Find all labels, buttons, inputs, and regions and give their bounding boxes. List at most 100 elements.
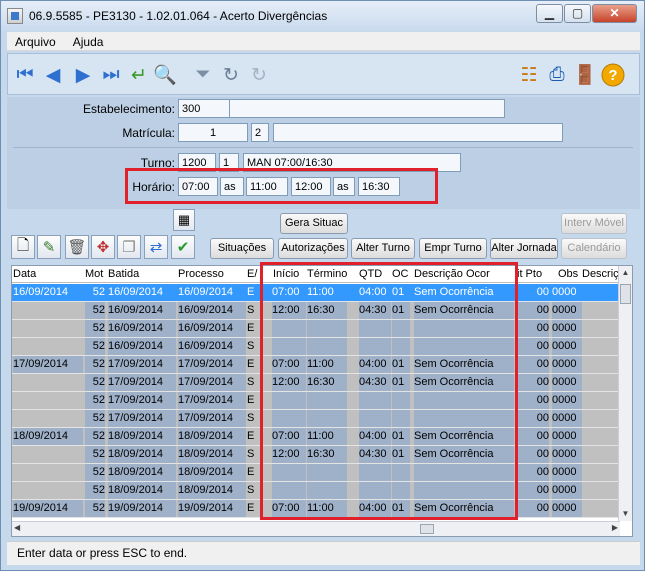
cell-batida[interactable]: 17/09/2014 bbox=[108, 356, 176, 373]
cell-oc[interactable] bbox=[392, 392, 410, 409]
cell-oc[interactable] bbox=[392, 482, 410, 499]
alter-jornada-button[interactable]: Alter Jornada bbox=[490, 238, 558, 259]
cell-termino[interactable] bbox=[307, 410, 347, 427]
cell-processo[interactable]: 19/09/2014 bbox=[178, 500, 246, 517]
cell-desc[interactable]: Sem Ocorrência bbox=[414, 356, 514, 373]
cell-qtd[interactable]: 04:30 bbox=[359, 302, 391, 319]
cell-processo[interactable]: 18/09/2014 bbox=[178, 482, 246, 499]
col-mot[interactable]: Mot bbox=[85, 268, 107, 280]
table-row[interactable]: 19/09/2014 52 19/09/2014 19/09/2014 E 07:00 11… bbox=[12, 500, 622, 518]
cell-inicio[interactable] bbox=[272, 338, 306, 355]
new-icon[interactable]: 🗋 bbox=[11, 235, 35, 259]
table-row[interactable]: 52 16/09/2014 16/09/2014 S 00 0000 bbox=[12, 338, 622, 356]
menu-ajuda[interactable]: Ajuda bbox=[65, 32, 110, 49]
col-qtd[interactable]: QTD bbox=[359, 268, 389, 280]
scroll-right-icon[interactable]: ▶ bbox=[612, 523, 618, 532]
cell-processo[interactable]: 16/09/2014 bbox=[178, 320, 246, 337]
table-row[interactable]: 52 17/09/2014 17/09/2014 S 12:00 16:30 04:30 01… bbox=[12, 374, 622, 392]
cell-processo[interactable]: 18/09/2014 bbox=[178, 464, 246, 481]
cell-desc[interactable] bbox=[414, 464, 514, 481]
col-termino[interactable]: Término bbox=[307, 268, 357, 280]
col-sit-pto[interactable]: it Pto bbox=[517, 268, 549, 280]
cell-mot[interactable]: 52 bbox=[85, 356, 105, 373]
cell-mot[interactable]: 52 bbox=[85, 374, 105, 391]
cell-qtd[interactable] bbox=[359, 410, 391, 427]
cell-es[interactable]: S bbox=[247, 304, 261, 316]
cell-batida[interactable]: 19/09/2014 bbox=[108, 500, 176, 517]
next-record-icon[interactable]: ▶ bbox=[70, 62, 96, 88]
cell-qtd[interactable]: 04:00 bbox=[359, 356, 391, 373]
cell-obs[interactable]: 0000 bbox=[552, 392, 582, 409]
cell-processo[interactable]: 18/09/2014 bbox=[178, 446, 246, 463]
cell-obs[interactable]: 0000 bbox=[552, 320, 582, 337]
cell-termino[interactable] bbox=[307, 464, 347, 481]
cell-batida[interactable]: 17/09/2014 bbox=[108, 392, 176, 409]
cell-mot[interactable]: 52 bbox=[85, 500, 105, 517]
cell-batida[interactable]: 16/09/2014 bbox=[108, 286, 176, 298]
cell-mot[interactable]: 52 bbox=[85, 410, 105, 427]
previous-record-icon[interactable]: ◀ bbox=[40, 62, 66, 88]
col-batida[interactable]: Batida bbox=[108, 268, 176, 280]
cell-qtd[interactable]: 04:30 bbox=[359, 446, 391, 463]
cell-pto[interactable]: 00 bbox=[517, 320, 549, 337]
cell-qtd[interactable] bbox=[359, 320, 391, 337]
estabelecimento-input[interactable]: 300 bbox=[178, 99, 230, 118]
cell-termino[interactable] bbox=[307, 338, 347, 355]
col-obs[interactable]: Obs bbox=[558, 268, 582, 280]
cell-inicio[interactable]: 07:00 bbox=[272, 356, 306, 373]
cell-data[interactable]: 17/09/2014 bbox=[13, 356, 83, 373]
cell-termino[interactable] bbox=[307, 482, 347, 499]
cell-mot[interactable]: 52 bbox=[85, 428, 105, 445]
col-es[interactable]: E/ bbox=[247, 268, 269, 280]
cell-mot[interactable]: 52 bbox=[85, 392, 105, 409]
cell-obs[interactable]: 0000 bbox=[552, 500, 582, 517]
cell-termino[interactable] bbox=[307, 392, 347, 409]
minimize-button[interactable]: ▁ bbox=[536, 4, 563, 23]
horizontal-scrollbar[interactable]: ◀ ▶ bbox=[12, 521, 620, 536]
cell-pto[interactable]: 00 bbox=[517, 482, 549, 499]
interv-movel-button[interactable]: Interv Móvel bbox=[561, 213, 627, 234]
confirm-icon[interactable]: ✔ bbox=[171, 235, 195, 259]
cell-obs[interactable]: 0000 bbox=[552, 356, 582, 373]
cell-desc[interactable] bbox=[414, 338, 514, 355]
cell-inicio[interactable]: 12:00 bbox=[272, 302, 306, 319]
cell-processo[interactable]: 18/09/2014 bbox=[178, 428, 246, 445]
table-row[interactable]: 52 16/09/2014 16/09/2014 S 12:00 16:30 04:30 01… bbox=[12, 302, 622, 320]
cell-inicio[interactable] bbox=[272, 464, 306, 481]
cell-processo[interactable]: 17/09/2014 bbox=[178, 410, 246, 427]
cell-termino[interactable]: 11:00 bbox=[307, 500, 347, 517]
cell-pto[interactable]: 00 bbox=[517, 410, 549, 427]
cell-obs[interactable]: 0000 bbox=[552, 482, 582, 499]
col-inicio[interactable]: Início bbox=[273, 268, 307, 280]
cell-processo[interactable]: 17/09/2014 bbox=[178, 356, 246, 373]
cell-inicio[interactable]: 07:00 bbox=[272, 428, 306, 445]
cell-obs[interactable]: 0000 bbox=[552, 464, 582, 481]
table-row[interactable]: 52 18/09/2014 18/09/2014 S 00 0000 bbox=[12, 482, 622, 500]
cell-processo[interactable]: 17/09/2014 bbox=[178, 374, 246, 391]
menu-arquivo[interactable]: Arquivo bbox=[7, 32, 62, 49]
cell-pto[interactable]: 00 bbox=[517, 500, 549, 517]
cell-es[interactable]: E bbox=[247, 466, 261, 478]
cell-batida[interactable]: 18/09/2014 bbox=[108, 446, 176, 463]
table-row[interactable]: 18/09/2014 52 18/09/2014 18/09/2014 E 07:00 11… bbox=[12, 428, 622, 446]
report-icon[interactable]: ▦ bbox=[173, 209, 195, 231]
table-row[interactable]: 52 17/09/2014 17/09/2014 E 00 0000 bbox=[12, 392, 622, 410]
cell-desc[interactable] bbox=[414, 320, 514, 337]
cell-qtd[interactable]: 04:30 bbox=[359, 374, 391, 391]
cell-oc[interactable] bbox=[392, 410, 410, 427]
col-descricao[interactable]: Descriçã bbox=[582, 268, 622, 280]
cell-desc[interactable] bbox=[414, 392, 514, 409]
cell-desc[interactable]: Sem Ocorrência bbox=[414, 302, 514, 319]
cell-oc[interactable]: 01 bbox=[392, 428, 410, 445]
cell-oc[interactable] bbox=[392, 338, 410, 355]
cell-pto[interactable]: 00 bbox=[517, 356, 549, 373]
table-row[interactable]: 52 18/09/2014 18/09/2014 E 00 0000 bbox=[12, 464, 622, 482]
cell-desc[interactable]: Sem Ocorrência bbox=[414, 374, 514, 391]
tree-icon[interactable]: ☷ bbox=[516, 62, 542, 88]
cell-batida[interactable]: 16/09/2014 bbox=[108, 320, 176, 337]
cell-batida[interactable]: 17/09/2014 bbox=[108, 374, 176, 391]
cell-desc[interactable]: Sem Ocorrência bbox=[414, 286, 514, 298]
cell-oc[interactable]: 01 bbox=[392, 356, 410, 373]
cell-pto[interactable]: 00 bbox=[517, 446, 549, 463]
cell-data[interactable]: 19/09/2014 bbox=[13, 500, 83, 517]
